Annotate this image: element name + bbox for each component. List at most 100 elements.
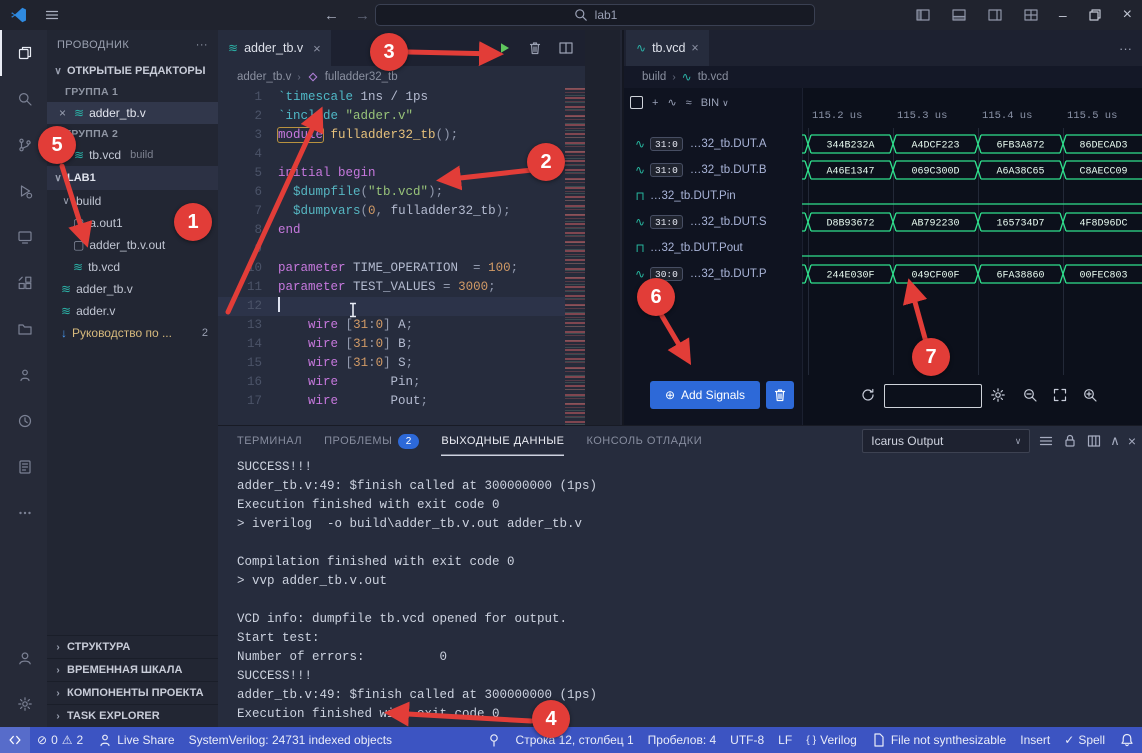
tree-item-adder-tb.v[interactable]: ≋adder_tb.v bbox=[47, 278, 218, 300]
cursor-position[interactable]: Строка 12, столбец 1 bbox=[509, 727, 641, 753]
account-icon[interactable] bbox=[0, 635, 47, 681]
restore-icon[interactable] bbox=[1087, 7, 1103, 23]
section--[interactable]: ›ВРЕМЕННАЯ ШКАЛА bbox=[47, 658, 218, 681]
tree-item-a.out1[interactable]: ▢a.out1 bbox=[47, 212, 218, 234]
indentation-status[interactable]: Пробелов: 4 bbox=[641, 727, 724, 753]
extensions-icon[interactable] bbox=[0, 260, 47, 306]
close-icon[interactable]: × bbox=[59, 106, 69, 120]
signal-item--32-tb.dut.s[interactable]: ∿31:0…32_tb.DUT.S bbox=[624, 209, 802, 235]
lock-scroll-icon[interactable] bbox=[1062, 433, 1078, 449]
command-search-input[interactable]: lab1 bbox=[375, 4, 815, 26]
section-task-explorer[interactable]: ›TASK EXPLORER bbox=[47, 704, 218, 727]
problems-status[interactable]: ⊘0 ⚠2 bbox=[30, 727, 90, 753]
tree-item-tb.vcd[interactable]: ≋tb.vcd bbox=[47, 256, 218, 278]
notebook-icon[interactable] bbox=[0, 444, 47, 490]
output-console[interactable]: SUCCESS!!!adder_tb.v:49: $finish called … bbox=[237, 458, 1134, 726]
add-signals-button[interactable]: ⊕ Add Signals bbox=[650, 381, 760, 409]
forward-icon[interactable]: → bbox=[355, 7, 370, 24]
signal-item--32-tb.dut.a[interactable]: ∿31:0…32_tb.DUT.A bbox=[624, 131, 802, 157]
synthesis-status[interactable]: File not synthesizable bbox=[864, 727, 1013, 753]
open-editors-section[interactable]: ∨ ОТКРЫТЫЕ РЕДАКТОРЫ bbox=[47, 60, 218, 82]
panel-tab-проблемы[interactable]: ПРОБЛЕМЫ2 bbox=[324, 426, 419, 456]
search-icon[interactable] bbox=[0, 76, 47, 122]
more-icon[interactable] bbox=[0, 490, 47, 536]
explorer-icon[interactable] bbox=[0, 30, 47, 76]
format-dropdown[interactable]: BIN ∨ bbox=[701, 97, 729, 109]
multi-wave-icon[interactable]: ≈ bbox=[686, 97, 692, 109]
open-editor-item[interactable]: ≋tb.vcdbuild bbox=[47, 144, 218, 166]
remote-indicator[interactable] bbox=[0, 727, 30, 753]
menu-icon[interactable] bbox=[44, 7, 60, 23]
panel-tab-консоль-отладки[interactable]: КОНСОЛЬ ОТЛАДКИ bbox=[586, 426, 702, 456]
editor-more-actions-icon[interactable]: ··· bbox=[1119, 30, 1132, 66]
code-editor[interactable]: 1`timescale 1ns / 1ps2`include "adder.v"… bbox=[218, 88, 620, 425]
live-share-status[interactable]: Live Share bbox=[90, 727, 181, 753]
remote-explorer-icon[interactable] bbox=[0, 214, 47, 260]
breadcrumb[interactable]: build › ∿ tb.vcd bbox=[624, 66, 1142, 88]
section--[interactable]: ›КОМПОНЕНТЫ ПРОЕКТА bbox=[47, 681, 218, 704]
add-marker-icon[interactable]: + bbox=[652, 97, 658, 109]
encoding-status[interactable]: UTF-8 bbox=[723, 727, 771, 753]
breadcrumb[interactable]: adder_tb.v › fulladder32_tb bbox=[218, 66, 620, 88]
close-window-icon[interactable]: × bbox=[1123, 6, 1132, 24]
tab-tb-vcd[interactable]: ∿ tb.vcd × bbox=[626, 30, 709, 66]
source-control-icon[interactable] bbox=[0, 122, 47, 168]
run-debug-icon[interactable] bbox=[0, 168, 47, 214]
zoom-out-icon[interactable] bbox=[1018, 383, 1042, 407]
minimize-icon[interactable]: – bbox=[1059, 7, 1067, 23]
svg-text:A6A38C65: A6A38C65 bbox=[996, 167, 1044, 178]
notifications-bell-icon[interactable] bbox=[1112, 727, 1142, 753]
signal-item--32-tb.dut.b[interactable]: ∿31:0…32_tb.DUT.B bbox=[624, 157, 802, 183]
back-icon[interactable]: ← bbox=[324, 7, 339, 24]
panel-tab-выходные-данные[interactable]: ВЫХОДНЫЕ ДАННЫЕ bbox=[441, 426, 564, 456]
tree-item-build[interactable]: ∨build bbox=[47, 190, 218, 212]
line-number: 13 bbox=[218, 316, 278, 335]
open-in-editor-icon[interactable] bbox=[1086, 433, 1102, 449]
gear-icon[interactable] bbox=[986, 383, 1010, 407]
clear-output-icon[interactable] bbox=[1038, 433, 1054, 449]
history-icon[interactable] bbox=[0, 398, 47, 444]
library-icon[interactable] bbox=[0, 306, 47, 352]
tree-item-adder-tb.v.out[interactable]: ▢adder_tb.v.out bbox=[47, 234, 218, 256]
port-icon[interactable] bbox=[479, 727, 509, 753]
open-editor-item[interactable]: ×≋adder_tb.v bbox=[47, 102, 218, 124]
maximize-panel-icon[interactable]: ∧ bbox=[1110, 433, 1120, 449]
layout-customize-icon[interactable] bbox=[1023, 7, 1039, 23]
timescale-input[interactable] bbox=[884, 384, 982, 408]
sidebar-more-actions-icon[interactable]: ··· bbox=[196, 39, 208, 51]
insert-mode-status[interactable]: Insert bbox=[1013, 727, 1057, 753]
split-editor-icon[interactable] bbox=[558, 40, 574, 56]
signal-item--32-tb.dut.pin[interactable]: ⊓…32_tb.DUT.Pin bbox=[624, 183, 802, 209]
indexer-status[interactable]: SystemVerilog: 24731 indexed objects bbox=[182, 727, 399, 753]
layout-panel-icon[interactable] bbox=[951, 7, 967, 23]
editor-scrollbar[interactable] bbox=[585, 30, 620, 425]
run-button[interactable] bbox=[496, 40, 512, 56]
tree-item-adder.v[interactable]: ≋adder.v bbox=[47, 300, 218, 322]
tab-adder-tb-v[interactable]: ≋ adder_tb.v × bbox=[218, 30, 331, 66]
layout-sidebar-icon[interactable] bbox=[915, 7, 931, 23]
trash-icon[interactable] bbox=[527, 40, 543, 56]
minimap[interactable] bbox=[565, 88, 585, 425]
tree-item--...[interactable]: ↓Руководство по ...2 bbox=[47, 322, 218, 344]
close-icon[interactable]: × bbox=[313, 41, 321, 56]
settings-icon[interactable] bbox=[0, 681, 47, 727]
marker-box-icon[interactable] bbox=[630, 96, 643, 109]
signal-item--32-tb.dut.p[interactable]: ∿30:0…32_tb.DUT.P bbox=[624, 261, 802, 287]
layout-secondary-sidebar-icon[interactable] bbox=[987, 7, 1003, 23]
analog-wave-icon[interactable]: ∿ bbox=[667, 96, 676, 109]
remove-signals-button[interactable] bbox=[766, 381, 794, 409]
project-root-folder[interactable]: ∨ LAB1 bbox=[47, 166, 218, 190]
spell-status[interactable]: ✓ Spell bbox=[1057, 727, 1112, 753]
signal-item--32-tb.dut.pout[interactable]: ⊓…32_tb.DUT.Pout bbox=[624, 235, 802, 261]
close-panel-icon[interactable]: × bbox=[1128, 433, 1136, 449]
language-status[interactable]: { } Verilog bbox=[799, 727, 864, 753]
refresh-icon[interactable] bbox=[856, 383, 880, 407]
section--[interactable]: ›СТРУКТУРА bbox=[47, 635, 218, 658]
panel-tab-терминал[interactable]: ТЕРМИНАЛ bbox=[237, 426, 302, 456]
zoom-fit-icon[interactable] bbox=[1048, 383, 1072, 407]
eol-status[interactable]: LF bbox=[771, 727, 799, 753]
close-icon[interactable]: × bbox=[691, 41, 698, 55]
zoom-in-icon[interactable] bbox=[1078, 383, 1102, 407]
output-channel-select[interactable]: Icarus Output ∨ bbox=[862, 429, 1030, 453]
live-share-icon[interactable] bbox=[0, 352, 47, 398]
